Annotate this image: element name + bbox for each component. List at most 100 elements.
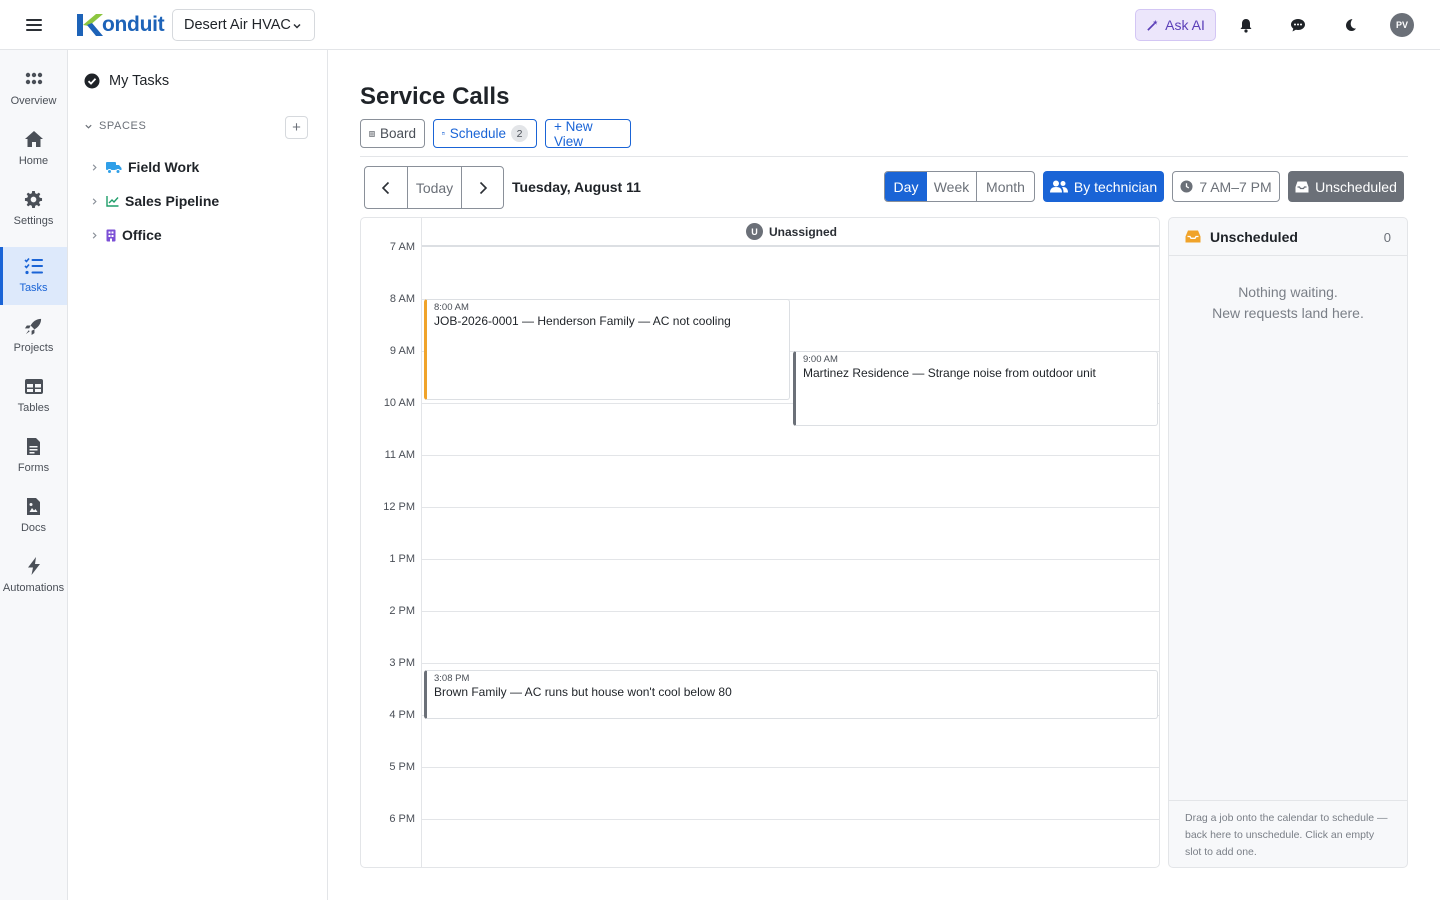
hour-label: 4 PM: [389, 709, 415, 721]
hours-range-button[interactable]: 7 AM–7 PM: [1172, 171, 1280, 202]
range-month-button[interactable]: Month: [977, 172, 1034, 201]
spaces-heading[interactable]: SPACES: [84, 120, 146, 132]
chevron-right-icon: [90, 197, 100, 206]
event-title: JOB-2026-0001 — Henderson Family — AC no…: [434, 314, 731, 328]
check-circle-icon: [84, 73, 100, 89]
event-title: Martinez Residence — Strange noise from …: [803, 366, 1096, 380]
add-space-button[interactable]: +: [285, 116, 308, 139]
chevron-down-icon: [85, 124, 92, 129]
home-icon: [23, 128, 45, 150]
grid-dots-icon: [23, 68, 45, 90]
hour-gridline: [422, 455, 1159, 456]
dark-mode-moon-icon[interactable]: [1340, 15, 1360, 35]
form-icon: [23, 435, 45, 457]
my-tasks-label: My Tasks: [109, 73, 170, 89]
space-item-sales-pipeline[interactable]: Sales Pipeline: [90, 190, 219, 212]
hour-label: 10 AM: [383, 397, 415, 409]
hour-label: 5 PM: [389, 761, 415, 773]
date-navigation: Today: [364, 166, 504, 209]
spaces-heading-label: SPACES: [99, 120, 147, 132]
by-technician-button[interactable]: By technician: [1043, 171, 1164, 202]
hour-gridline: [422, 767, 1159, 768]
my-tasks-link[interactable]: My Tasks: [84, 70, 169, 92]
hour-label: 11 AM: [384, 449, 415, 461]
today-button[interactable]: Today: [408, 167, 462, 208]
column-label: Unassigned: [768, 224, 837, 239]
range-day-button[interactable]: Day: [885, 172, 927, 201]
rail-item-home[interactable]: Home: [0, 120, 67, 178]
rail-item-tables[interactable]: Tables: [0, 367, 67, 425]
hour-gridline: [422, 819, 1159, 820]
event-time: 8:00 AM: [434, 302, 469, 313]
space-label: Field Work: [128, 159, 200, 175]
ask-ai-label: Ask AI: [1165, 17, 1205, 33]
chat-bubble-icon[interactable]: [1288, 15, 1308, 35]
range-toggle: Day Week Month: [884, 171, 1035, 202]
left-rail: Overview Home Settings Tasks Projects Ta…: [0, 50, 68, 900]
range-week-button[interactable]: Week: [927, 172, 977, 201]
konduit-logo[interactable]: onduit: [74, 10, 165, 40]
hour-gridline: [422, 559, 1159, 560]
rail-label: Home: [18, 155, 49, 167]
chart-line-icon: [106, 196, 119, 207]
tab-board[interactable]: Board: [360, 119, 425, 148]
unscheduled-panel[interactable]: Unscheduled 0 Nothing waiting. New reque…: [1168, 217, 1408, 868]
next-day-button[interactable]: [462, 167, 503, 208]
unscheduled-toggle-label: Unscheduled: [1315, 178, 1397, 195]
event-title: Brown Family — AC runs but house won't c…: [434, 685, 732, 699]
new-view-label: + New View: [554, 118, 593, 149]
unscheduled-empty-state: Nothing waiting. New requests land here.: [1169, 282, 1407, 324]
new-view-button[interactable]: + New View: [545, 118, 631, 149]
top-bar: onduit Desert Air HVAC Ask AI PV: [0, 0, 1440, 50]
notifications-bell-icon[interactable]: [1236, 15, 1256, 35]
column-header-unassigned: U Unassigned: [422, 218, 1159, 247]
logo-mark-icon: [77, 14, 103, 36]
previous-day-button[interactable]: [365, 167, 408, 208]
hour-gridline: [422, 507, 1159, 508]
rail-label: Docs: [20, 522, 47, 534]
rail-item-projects[interactable]: Projects: [0, 307, 67, 365]
calendar-event[interactable]: 9:00 AM Martinez Residence — Strange noi…: [793, 351, 1158, 426]
rail-label: Tables: [17, 402, 50, 414]
chevron-right-icon: [90, 163, 100, 172]
by-technician-label: By technician: [1073, 178, 1158, 195]
unscheduled-toggle-button[interactable]: Unscheduled: [1288, 171, 1404, 202]
space-item-field-work[interactable]: Field Work: [90, 156, 199, 178]
calendar-event[interactable]: 8:00 AM JOB-2026-0001 — Henderson Family…: [424, 299, 790, 400]
space-label: Office: [122, 227, 162, 243]
rail-item-settings[interactable]: Settings: [0, 180, 67, 238]
rail-item-forms[interactable]: Forms: [0, 427, 67, 485]
ask-ai-button[interactable]: Ask AI: [1135, 9, 1216, 41]
hamburger-menu-icon[interactable]: [24, 15, 44, 35]
calendar-event[interactable]: 3:08 PM Brown Family — AC runs but house…: [424, 670, 1158, 719]
tab-label: Board: [379, 126, 416, 141]
users-icon: [1049, 180, 1068, 193]
hour-label: 2 PM: [389, 605, 415, 617]
rail-item-tasks[interactable]: Tasks: [0, 247, 67, 305]
unscheduled-help-text: Drag a job onto the calendar to schedule…: [1169, 800, 1407, 868]
tab-label: Schedule: [449, 126, 506, 141]
rail-item-automations[interactable]: Automations: [0, 547, 67, 605]
hour-label: 8 AM: [389, 293, 415, 305]
truck-icon: [106, 161, 122, 174]
spaces-sidebar: My Tasks SPACES + Field Work Sales Pipel…: [68, 50, 328, 900]
task-list-icon: [23, 255, 45, 277]
calendar-icon: [442, 132, 445, 135]
rail-item-docs[interactable]: Docs: [0, 487, 67, 545]
user-avatar[interactable]: PV: [1390, 13, 1414, 37]
rail-item-overview[interactable]: Overview: [0, 60, 67, 118]
logo-text: onduit: [102, 13, 165, 36]
day-calendar: 7 AM 8 AM 9 AM 10 AM 11 AM 12 PM 1 PM 2 …: [360, 217, 1160, 868]
empty-state-line: Nothing waiting.: [1238, 284, 1338, 300]
hour-label: 7 AM: [389, 241, 415, 253]
hour-gridline: [422, 663, 1159, 664]
chevron-right-icon: [479, 181, 487, 194]
org-selector[interactable]: Desert Air HVAC: [172, 9, 315, 41]
header-divider: [360, 156, 1408, 157]
schedule-count-badge: 2: [511, 125, 528, 142]
event-time: 3:08 PM: [434, 673, 470, 684]
tab-schedule[interactable]: Schedule 2: [433, 119, 537, 148]
hour-label: 1 PM: [389, 553, 415, 565]
space-item-office[interactable]: Office: [90, 224, 162, 246]
rail-label: Projects: [13, 342, 54, 354]
